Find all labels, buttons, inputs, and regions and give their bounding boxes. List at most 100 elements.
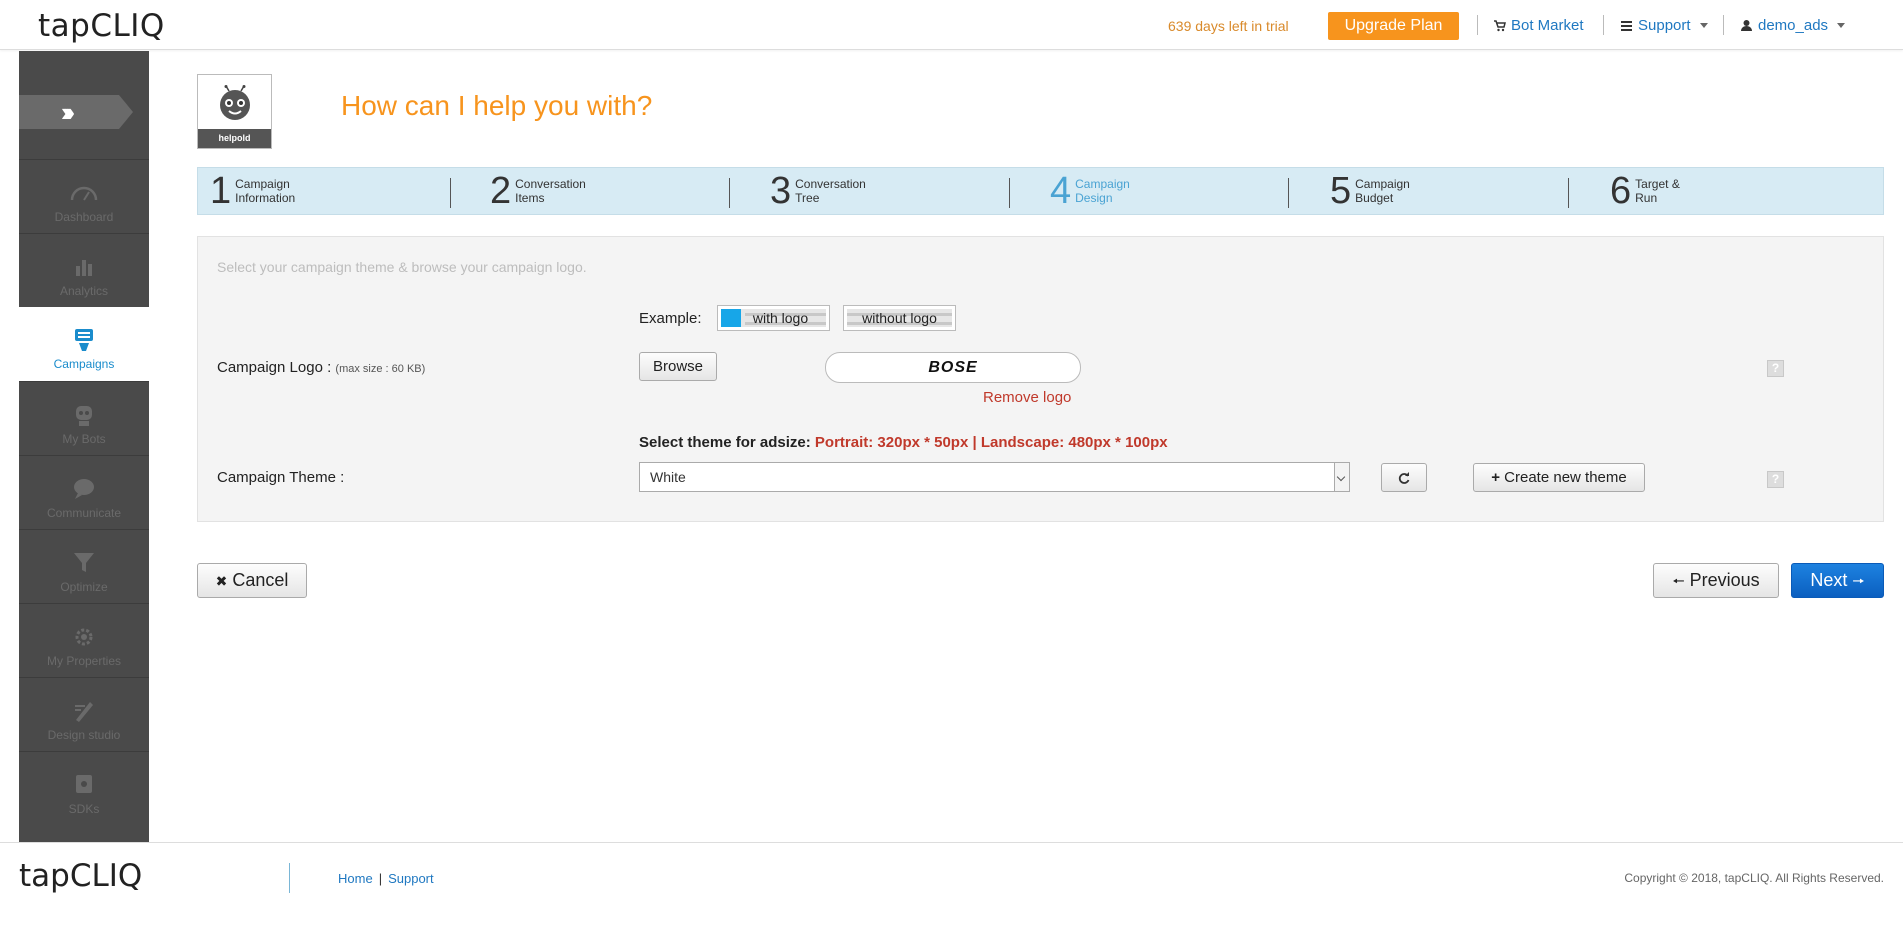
list-icon	[1621, 21, 1632, 31]
double-chevron-right-icon: ›››	[19, 95, 133, 129]
arrow-left-icon: 🠔	[1672, 573, 1685, 589]
footer: tapCLIQ Home | Support Copyright © 2018, t…	[0, 842, 1903, 944]
example-without-logo-label: without logo	[862, 310, 937, 326]
copyright: Copyright © 2018, tapCLIQ. All Rights Re…	[1624, 871, 1884, 885]
step-number: 5	[1330, 170, 1352, 212]
user-menu[interactable]: demo_ads	[1740, 17, 1846, 34]
sidebar-item-label: Campaigns	[53, 357, 115, 371]
support-label: Support	[1638, 17, 1691, 34]
previous-button[interactable]: 🠔 Previous	[1653, 563, 1779, 598]
bar-chart-icon	[76, 260, 92, 276]
step-label: Campaign Design	[1075, 177, 1130, 205]
step-number: 1	[210, 170, 232, 212]
step-campaign-budget[interactable]: 5 Campaign Budget	[1330, 168, 1410, 214]
sidebar-item-sdks[interactable]: SDKs	[19, 751, 149, 825]
gauge-icon	[70, 186, 98, 201]
step-conversation-items[interactable]: 2 Conversation Items	[490, 168, 586, 214]
cancel-label: Cancel	[232, 570, 289, 590]
step-label: Conversation Items	[515, 177, 586, 205]
wizard-steps: 1 Campaign Information 2 Conversation Item…	[197, 167, 1884, 215]
sidebar-toggle[interactable]: ›››	[19, 95, 149, 139]
support-menu[interactable]: Support	[1620, 17, 1708, 34]
user-icon	[1741, 20, 1752, 31]
step-label: Campaign Budget	[1355, 177, 1410, 205]
remove-logo-link[interactable]: Remove logo	[983, 389, 1071, 406]
gear-icon	[75, 628, 93, 646]
sidebar-item-my-properties[interactable]: My Properties	[19, 603, 149, 677]
bot-market-link[interactable]: Bot Market	[1493, 17, 1584, 34]
step-label: Target & Run	[1635, 177, 1680, 205]
sidebar-item-label: My Bots	[62, 432, 106, 446]
sidebar-item-label: Communicate	[46, 506, 122, 520]
step-divider	[729, 178, 730, 208]
step-campaign-design[interactable]: 4 Campaign Design	[1050, 168, 1130, 214]
robot-face-icon	[220, 85, 250, 120]
cancel-button[interactable]: ✖ Cancel	[197, 563, 307, 598]
funnel-icon	[74, 553, 94, 572]
sidebar: ››› Dashboard Analytics Campaigns My Bot…	[19, 51, 149, 842]
campaign-design-panel: Select your campaign theme & browse your…	[197, 236, 1884, 522]
browse-button[interactable]: Browse	[639, 352, 717, 381]
design-tools-icon	[75, 702, 93, 722]
help-icon[interactable]: ?	[1767, 360, 1784, 377]
sidebar-item-design-studio[interactable]: Design studio	[19, 677, 149, 751]
chevron-down-icon	[1334, 463, 1349, 491]
sidebar-item-communicate[interactable]: Communicate	[19, 455, 149, 529]
theme-size-hint: Select theme for adsize: Portrait: 320px…	[639, 434, 1168, 451]
help-icon[interactable]: ?	[1767, 471, 1784, 488]
logo-preview: BOSE	[825, 352, 1081, 383]
example-with-logo-label: with logo	[752, 310, 809, 326]
logo-max-size: (max size : 60 KB)	[335, 363, 426, 375]
step-target-and-run[interactable]: 6 Target & Run	[1610, 168, 1680, 214]
sidebar-item-label: Design studio	[47, 728, 121, 742]
sidebar-item-label: My Properties	[46, 654, 122, 668]
next-button[interactable]: Next 🠖	[1791, 563, 1884, 598]
step-number: 2	[490, 170, 512, 212]
sidebar-item-analytics[interactable]: Analytics	[19, 233, 149, 307]
header-separator	[1603, 15, 1604, 35]
footer-support-link[interactable]: Support	[388, 871, 434, 886]
sidebar-item-campaigns[interactable]: Campaigns	[19, 307, 149, 381]
footer-home-link[interactable]: Home	[338, 871, 373, 886]
brand-logo[interactable]: tapCLIQ	[38, 8, 165, 44]
step-divider	[1288, 178, 1289, 208]
create-new-theme-button[interactable]: + Create new theme	[1473, 463, 1645, 492]
step-label: Conversation Tree	[795, 177, 866, 205]
sidebar-item-dashboard[interactable]: Dashboard	[19, 159, 149, 233]
arrow-right-icon: 🠖	[1852, 573, 1865, 589]
theme-selected-value: White	[650, 469, 686, 485]
campaign-icon	[75, 329, 93, 351]
cart-icon	[1494, 20, 1506, 32]
step-divider	[1568, 178, 1569, 208]
header-separator	[1477, 15, 1478, 35]
footer-brand-logo: tapCLIQ	[19, 858, 143, 894]
example-without-logo[interactable]: without logo	[843, 305, 956, 331]
step-label: Campaign Information	[235, 177, 296, 205]
upgrade-plan-button[interactable]: Upgrade Plan	[1328, 12, 1459, 40]
example-with-logo[interactable]: with logo	[717, 305, 830, 331]
plus-icon: +	[1491, 469, 1500, 486]
refresh-icon	[1398, 472, 1410, 484]
campaign-theme-label: Campaign Theme :	[217, 469, 345, 486]
theme-size-values: Portrait: 320px * 50px | Landscape: 480p…	[814, 434, 1168, 451]
sidebar-item-optimize[interactable]: Optimize	[19, 529, 149, 603]
page-title: How can I help you with?	[341, 90, 653, 121]
bot-name: helpold	[198, 129, 271, 148]
step-campaign-information[interactable]: 1 Campaign Information	[210, 168, 295, 214]
campaign-logo-label: Campaign Logo : (max size : 60 KB)	[217, 359, 426, 376]
step-number: 3	[770, 170, 792, 212]
chat-bubble-icon	[74, 479, 94, 499]
sdk-chip-icon	[76, 775, 92, 793]
bot-avatar: helpold	[197, 74, 272, 149]
footer-link-separator: |	[378, 871, 383, 886]
next-label: Next	[1810, 570, 1848, 590]
chevron-down-icon	[1837, 23, 1846, 28]
step-conversation-tree[interactable]: 3 Conversation Tree	[770, 168, 866, 214]
sidebar-item-my-bots[interactable]: My Bots	[19, 381, 149, 455]
refresh-theme-button[interactable]	[1381, 463, 1427, 492]
sidebar-item-label: Dashboard	[54, 210, 114, 224]
logo-placeholder	[721, 309, 741, 327]
bot-market-label: Bot Market	[1511, 17, 1584, 34]
campaign-theme-select[interactable]: White	[639, 462, 1350, 492]
example-with-logo-preview: with logo	[721, 309, 826, 327]
